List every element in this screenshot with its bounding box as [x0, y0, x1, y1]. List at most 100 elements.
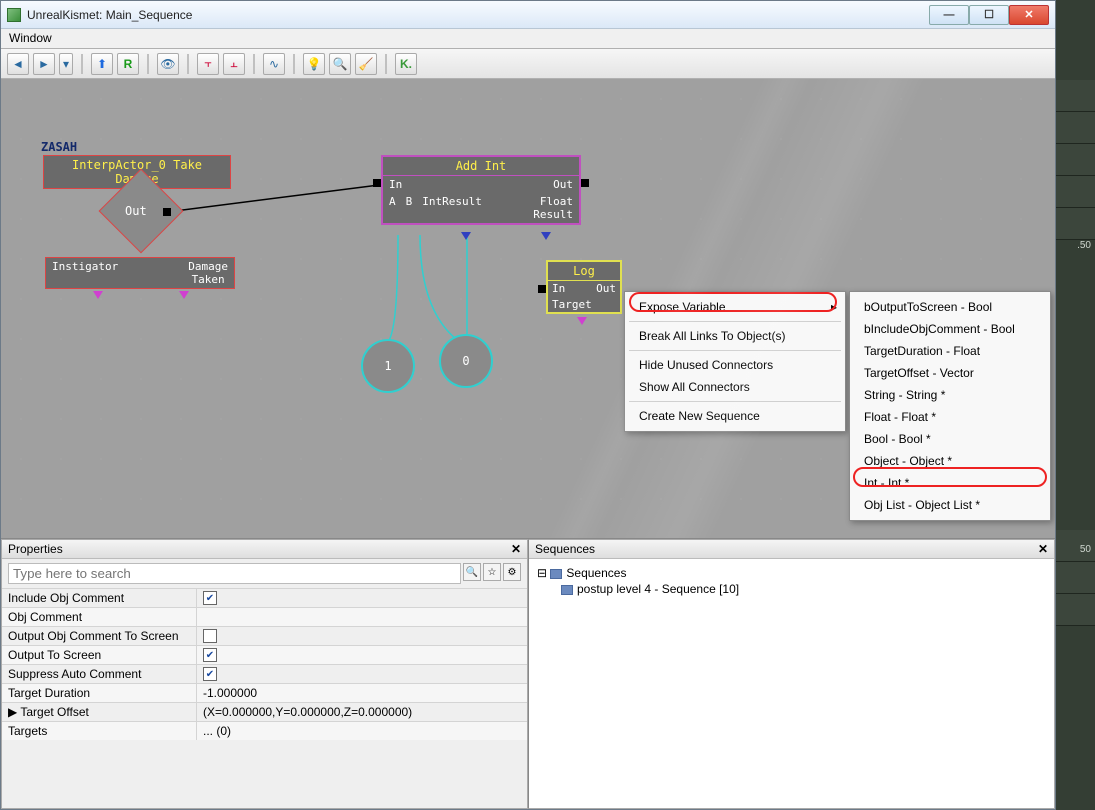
port-connector[interactable]: [373, 179, 381, 187]
property-value[interactable]: [197, 627, 527, 645]
tree-child[interactable]: postup level 4 - Sequence [10]: [537, 581, 1046, 597]
property-row[interactable]: Output To Screen✔: [2, 645, 527, 664]
properties-header[interactable]: Properties ✕: [2, 540, 527, 559]
b-port[interactable]: B: [406, 195, 413, 221]
ctx-show-connectors[interactable]: Show All Connectors: [625, 376, 845, 398]
ctx-sub-item[interactable]: Object - Object *: [850, 450, 1050, 472]
panel-close-icon[interactable]: ✕: [1038, 542, 1048, 556]
property-value[interactable]: (X=0.000000,Y=0.000000,Z=0.000000): [197, 703, 527, 721]
close-button[interactable]: ✕: [1009, 5, 1049, 25]
context-submenu[interactable]: bOutputToScreen - Bool bIncludeObjCommen…: [849, 291, 1051, 521]
menubar[interactable]: Window: [1, 29, 1055, 49]
graph-canvas[interactable]: ZASAH InterpActor_0 Take Damage Out Inst…: [1, 79, 1055, 538]
log-out-port[interactable]: Out: [596, 282, 616, 295]
property-row[interactable]: Targets... (0): [2, 721, 527, 740]
ctx-sub-item[interactable]: String - String *: [850, 384, 1050, 406]
checkbox[interactable]: ✔: [203, 591, 217, 605]
rename-button[interactable]: R: [117, 53, 139, 75]
nav-up-button[interactable]: ⬆: [91, 53, 113, 75]
options-icon[interactable]: ⚙: [503, 563, 521, 581]
minimize-button[interactable]: —: [929, 5, 969, 25]
property-row[interactable]: Suppress Auto Comment✔: [2, 664, 527, 683]
property-value[interactable]: ... (0): [197, 722, 527, 740]
tree-root[interactable]: ⊟ Sequences: [537, 565, 1046, 581]
hide-button[interactable]: 👁: [157, 53, 179, 75]
nav-forward-button[interactable]: ►: [33, 53, 55, 75]
search-icon[interactable]: 🔍: [463, 563, 481, 581]
port-connector[interactable]: [538, 285, 546, 293]
properties-search-input[interactable]: [8, 563, 461, 584]
ctx-sub-item[interactable]: TargetDuration - Float: [850, 340, 1050, 362]
toolbar: ◄ ► ▾ ⬆ R 👁 ⫟ ⫠ ∿ 💡 🔍 🧹 K.: [1, 49, 1055, 79]
property-value[interactable]: ✔: [197, 589, 527, 607]
sequences-panel[interactable]: Sequences ✕ ⊟ Sequences postup level 4 -…: [528, 539, 1055, 809]
intresult-port[interactable]: IntResult: [422, 195, 482, 221]
event-out-port[interactable]: Out: [125, 204, 147, 218]
ctx-sub-item[interactable]: TargetOffset - Vector: [850, 362, 1050, 384]
sequences-tree[interactable]: ⊟ Sequences postup level 4 - Sequence [1…: [529, 559, 1054, 808]
favorite-icon[interactable]: ☆: [483, 563, 501, 581]
menu-window[interactable]: Window: [9, 31, 52, 45]
property-value[interactable]: [197, 608, 527, 626]
maximize-button[interactable]: ☐: [969, 5, 1009, 25]
ctx-sub-item[interactable]: Obj List - Object List *: [850, 494, 1050, 516]
property-row[interactable]: Output Obj Comment To Screen: [2, 626, 527, 645]
property-value[interactable]: ✔: [197, 665, 527, 683]
property-value[interactable]: -1.000000: [197, 684, 527, 702]
tool-button[interactable]: ⫟: [197, 53, 219, 75]
context-menu[interactable]: Expose Variable ▸ Break All Links To Obj…: [624, 291, 846, 432]
kismet-button[interactable]: K.: [395, 53, 417, 75]
property-row[interactable]: ▶ Target Offset(X=0.000000,Y=0.000000,Z=…: [2, 702, 527, 721]
ctx-sub-item-int[interactable]: Int - Int *: [850, 472, 1050, 494]
nav-back-button[interactable]: ◄: [7, 53, 29, 75]
checkbox[interactable]: [203, 629, 217, 643]
ctx-sub-item[interactable]: Bool - Bool *: [850, 428, 1050, 450]
ctx-break-links[interactable]: Break All Links To Object(s): [625, 325, 845, 347]
property-row[interactable]: Obj Comment: [2, 607, 527, 626]
properties-grid[interactable]: Include Obj Comment✔Obj CommentOutput Ob…: [2, 588, 527, 808]
const-node-0[interactable]: 0: [439, 334, 493, 388]
sequences-title: Sequences: [535, 542, 595, 556]
const-node-1[interactable]: 1: [361, 339, 415, 393]
port-triangle[interactable]: [179, 291, 189, 299]
port-triangle[interactable]: [541, 232, 551, 240]
properties-panel[interactable]: Properties ✕ 🔍 ☆ ⚙ Include Obj Comment✔O…: [1, 539, 528, 809]
port-triangle[interactable]: [93, 291, 103, 299]
curve-button[interactable]: ∿: [263, 53, 285, 75]
port-triangle[interactable]: [461, 232, 471, 240]
port-triangle[interactable]: [577, 317, 587, 325]
port-connector[interactable]: [163, 208, 171, 216]
search-button[interactable]: 🔍: [329, 53, 351, 75]
port-connector[interactable]: [581, 179, 589, 187]
clean-button[interactable]: 🧹: [355, 53, 377, 75]
ctx-sub-item[interactable]: bIncludeObjComment - Bool: [850, 318, 1050, 340]
damage-port[interactable]: Damage Taken: [188, 260, 228, 286]
sequences-header[interactable]: Sequences ✕: [529, 540, 1054, 559]
a-port[interactable]: A: [389, 195, 396, 221]
instigator-port[interactable]: Instigator: [52, 260, 118, 286]
bulb-button[interactable]: 💡: [303, 53, 325, 75]
ctx-sub-item[interactable]: bOutputToScreen - Bool: [850, 296, 1050, 318]
checkbox[interactable]: ✔: [203, 667, 217, 681]
event-vars-node[interactable]: Instigator Damage Taken: [45, 257, 235, 289]
floatresult-port[interactable]: Float Result: [533, 195, 573, 221]
ctx-expose-variable[interactable]: Expose Variable ▸: [625, 296, 845, 318]
bottom-panels: Properties ✕ 🔍 ☆ ⚙ Include Obj Comment✔O…: [1, 538, 1055, 809]
addint-node[interactable]: Add Int In Out A B IntResult Float Resul…: [381, 155, 581, 225]
log-node[interactable]: Log In Out Target: [546, 260, 622, 314]
panel-close-icon[interactable]: ✕: [511, 542, 521, 556]
titlebar[interactable]: UnrealKismet: Main_Sequence — ☐ ✕: [1, 1, 1055, 29]
checkbox[interactable]: ✔: [203, 648, 217, 662]
out-port[interactable]: Out: [553, 178, 573, 191]
property-value[interactable]: ✔: [197, 646, 527, 664]
property-row[interactable]: Include Obj Comment✔: [2, 588, 527, 607]
in-port[interactable]: In: [389, 178, 409, 191]
ctx-sub-item[interactable]: Float - Float *: [850, 406, 1050, 428]
nav-dropdown-button[interactable]: ▾: [59, 53, 73, 75]
property-row[interactable]: Target Duration-1.000000: [2, 683, 527, 702]
log-target-port[interactable]: Target: [552, 298, 592, 311]
ctx-hide-connectors[interactable]: Hide Unused Connectors: [625, 354, 845, 376]
tool-button[interactable]: ⫠: [223, 53, 245, 75]
log-in-port[interactable]: In: [552, 282, 565, 295]
ctx-new-sequence[interactable]: Create New Sequence: [625, 405, 845, 427]
